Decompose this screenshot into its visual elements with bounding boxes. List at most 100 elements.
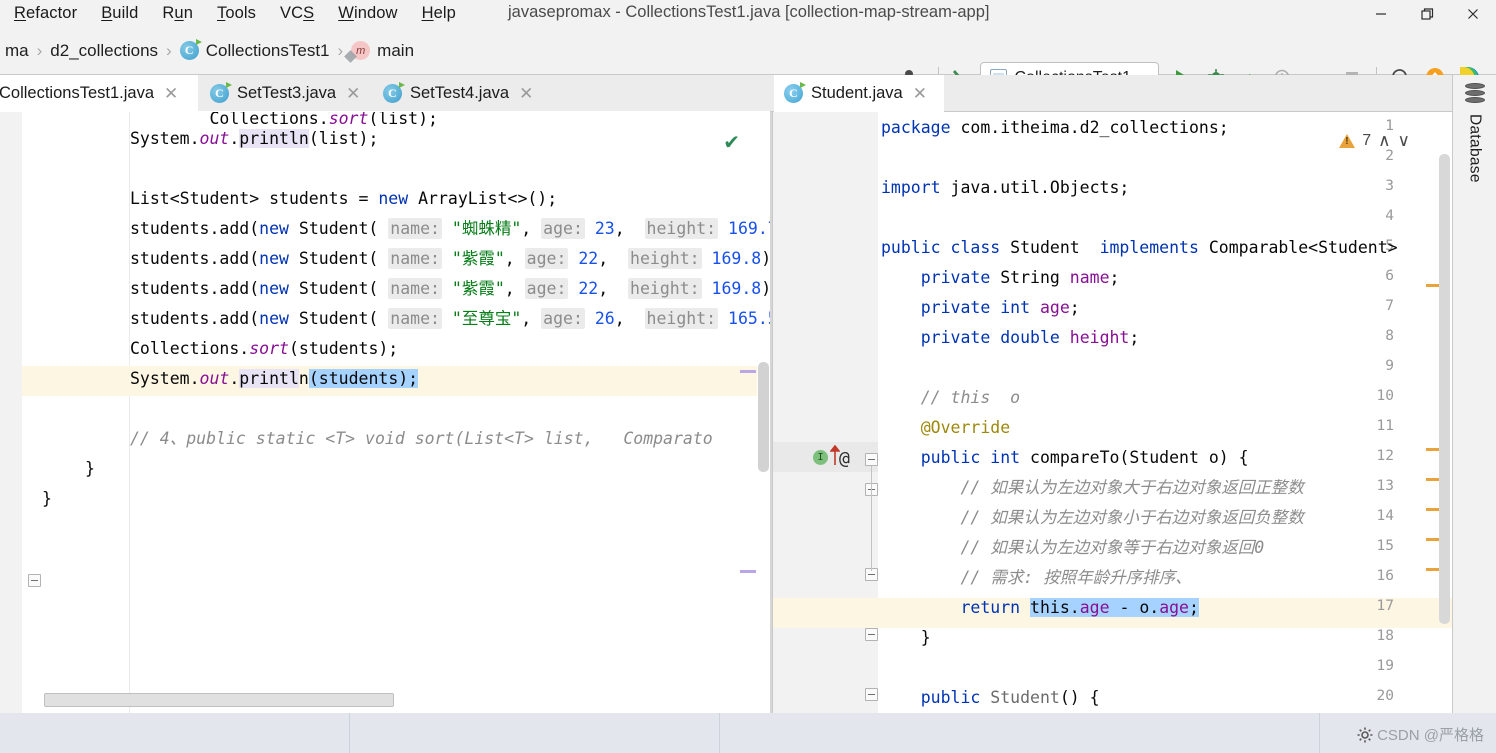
status-cell	[0, 713, 350, 753]
code-line: private String name;	[920, 268, 1120, 287]
code-line: private int age;	[920, 298, 1080, 317]
tab-student-java[interactable]: C Student.java ✕	[774, 75, 944, 112]
close-icon[interactable]: ✕	[517, 85, 533, 102]
fold-marker[interactable]	[865, 453, 878, 466]
breadcrumb-label: CollectionsTest1	[205, 40, 330, 60]
warning-triangle-icon	[1339, 134, 1356, 148]
code-line: Collections.sort(students);	[130, 339, 399, 358]
breadcrumb-label: main	[377, 40, 415, 60]
menu-bar: Refactor Build Run Tools VCS Window Help	[0, 0, 456, 27]
right-tool-window-stripe: Database	[1452, 75, 1496, 713]
window-controls	[1358, 0, 1496, 27]
close-icon[interactable]	[1450, 0, 1496, 27]
breadcrumb: ma › d2_collections › C CollectionsTest1…	[0, 39, 419, 61]
gutter-fold-column	[22, 112, 130, 713]
warning-count: 7	[1362, 132, 1372, 149]
menu-item-run[interactable]: Run	[162, 0, 193, 27]
error-stripe-marker[interactable]	[740, 570, 756, 573]
line-number: 3	[1385, 178, 1394, 194]
menu-item-vcs[interactable]: VCS	[280, 0, 314, 27]
breadcrumb-label: d2_collections	[50, 40, 159, 60]
fold-marker[interactable]	[865, 688, 878, 701]
error-stripe-marker[interactable]	[740, 370, 756, 373]
code-line-comment: // 如果认为左边对象大于右边对象返回正整数	[881, 478, 1304, 497]
breadcrumb-item-main[interactable]: m main	[346, 41, 419, 61]
tab-label: SetTest4.java	[410, 84, 510, 102]
editor-pane-right[interactable]: 1 2 3 4 5 6 7 8 9 10 11 12 13 14 15 16 1…	[772, 112, 1452, 713]
code-line-annotation: @Override	[881, 418, 1011, 437]
code-line: public Student() {	[920, 688, 1100, 707]
code-line: students.add(new Student( name: "蜘蛛精", a…	[130, 218, 770, 239]
code-line: package com.itheima.d2_collections;	[881, 118, 1229, 137]
code-line: List<Student> students = new ArrayList<>…	[130, 189, 558, 208]
editor-pane-left[interactable]: Collections.sort(list); System.out.print…	[0, 112, 770, 713]
class-icon: C	[210, 82, 232, 103]
close-icon[interactable]: ✕	[344, 85, 360, 102]
annotation-gutter-icon[interactable]: @	[839, 448, 850, 469]
code-line: }	[881, 628, 931, 647]
breadcrumb-label: ma	[5, 40, 29, 60]
breadcrumb-item-collectionstest1[interactable]: C CollectionsTest1	[175, 39, 335, 61]
class-icon: C	[383, 82, 405, 103]
line-number: 12	[1376, 448, 1394, 464]
line-number: 8	[1385, 328, 1394, 344]
tab-collectionstest1-java[interactable]: C CollectionsTest1.java ✕	[0, 75, 198, 112]
line-number: 15	[1376, 538, 1394, 554]
vertical-scrollbar[interactable]	[1439, 154, 1450, 624]
fold-marker[interactable]	[865, 628, 878, 641]
database-icon	[1464, 83, 1485, 105]
line-number: 7	[1385, 298, 1394, 314]
line-number: 4	[1385, 208, 1394, 224]
close-icon[interactable]: ✕	[162, 85, 178, 102]
tab-label: Student.java	[811, 84, 903, 102]
breadcrumb-item-package-parent[interactable]: ma	[0, 41, 34, 61]
code-line: students.add(new Student( name: "至尊宝", a…	[130, 308, 770, 329]
chevron-down-icon[interactable]: ∨	[1398, 131, 1410, 151]
fold-marker[interactable]	[28, 574, 41, 587]
code-line-comment: // 如果认为左边对象等于右边对象返回0	[881, 538, 1265, 557]
implementing-method-icon[interactable]: I	[813, 450, 828, 465]
tab-label: SetTest3.java	[237, 84, 337, 102]
breadcrumb-item-d2-collections[interactable]: d2_collections	[45, 41, 163, 61]
tab-label: CollectionsTest1.java	[0, 84, 154, 102]
menu-item-tools[interactable]: Tools	[217, 0, 256, 27]
line-number: 18	[1376, 628, 1394, 644]
class-icon: C	[179, 39, 202, 60]
line-number: 11	[1376, 418, 1394, 434]
code-line-comment: // this o	[881, 388, 1021, 407]
minimize-icon[interactable]	[1358, 0, 1404, 27]
code-line: }	[42, 489, 52, 508]
menu-item-refactor[interactable]: Refactor	[14, 0, 77, 27]
gear-icon	[1357, 727, 1373, 742]
inspection-widget[interactable]: 7 ∧ ∨	[1339, 131, 1410, 151]
horizontal-scrollbar[interactable]	[44, 693, 394, 707]
status-bar: CSDN @严格格	[0, 713, 1496, 753]
line-number: 14	[1376, 508, 1394, 524]
line-number: 19	[1376, 658, 1394, 674]
status-cell	[720, 713, 1320, 753]
code-line: System.out.println(students);	[130, 369, 419, 388]
vertical-scrollbar[interactable]	[758, 362, 769, 472]
ide-window: Refactor Build Run Tools VCS Window Help…	[0, 0, 1496, 753]
restore-icon[interactable]	[1404, 0, 1450, 27]
tool-window-button-database[interactable]: Database	[1466, 114, 1484, 183]
class-icon: C	[784, 82, 806, 103]
code-line-comment: // 4、public static <T> void sort(List<T>…	[130, 429, 713, 448]
menu-item-help[interactable]: Help	[422, 0, 456, 27]
editor-tab-strip: C CollectionsTest1.java ✕ C SetTest3.jav…	[0, 75, 1496, 112]
line-number: 17	[1376, 598, 1394, 614]
code-line: System.out.println(list);	[130, 129, 379, 148]
tab-settest4-java[interactable]: C SetTest4.java ✕	[373, 75, 543, 112]
line-number: 10	[1376, 388, 1394, 404]
chevron-up-icon[interactable]: ∧	[1378, 131, 1390, 151]
close-icon[interactable]: ✕	[911, 85, 927, 102]
menu-item-build[interactable]: Build	[101, 0, 138, 27]
title-bar: Refactor Build Run Tools VCS Window Help…	[0, 0, 1496, 27]
line-number: 13	[1376, 478, 1394, 494]
editor-gutter-left[interactable]	[0, 112, 22, 713]
inspection-ok-icon[interactable]: ✔	[723, 130, 740, 155]
menu-item-window[interactable]: Window	[338, 0, 397, 27]
line-number: 6	[1385, 268, 1394, 284]
breadcrumb-separator: ›	[166, 40, 172, 60]
tab-settest3-java[interactable]: C SetTest3.java ✕	[200, 75, 370, 112]
